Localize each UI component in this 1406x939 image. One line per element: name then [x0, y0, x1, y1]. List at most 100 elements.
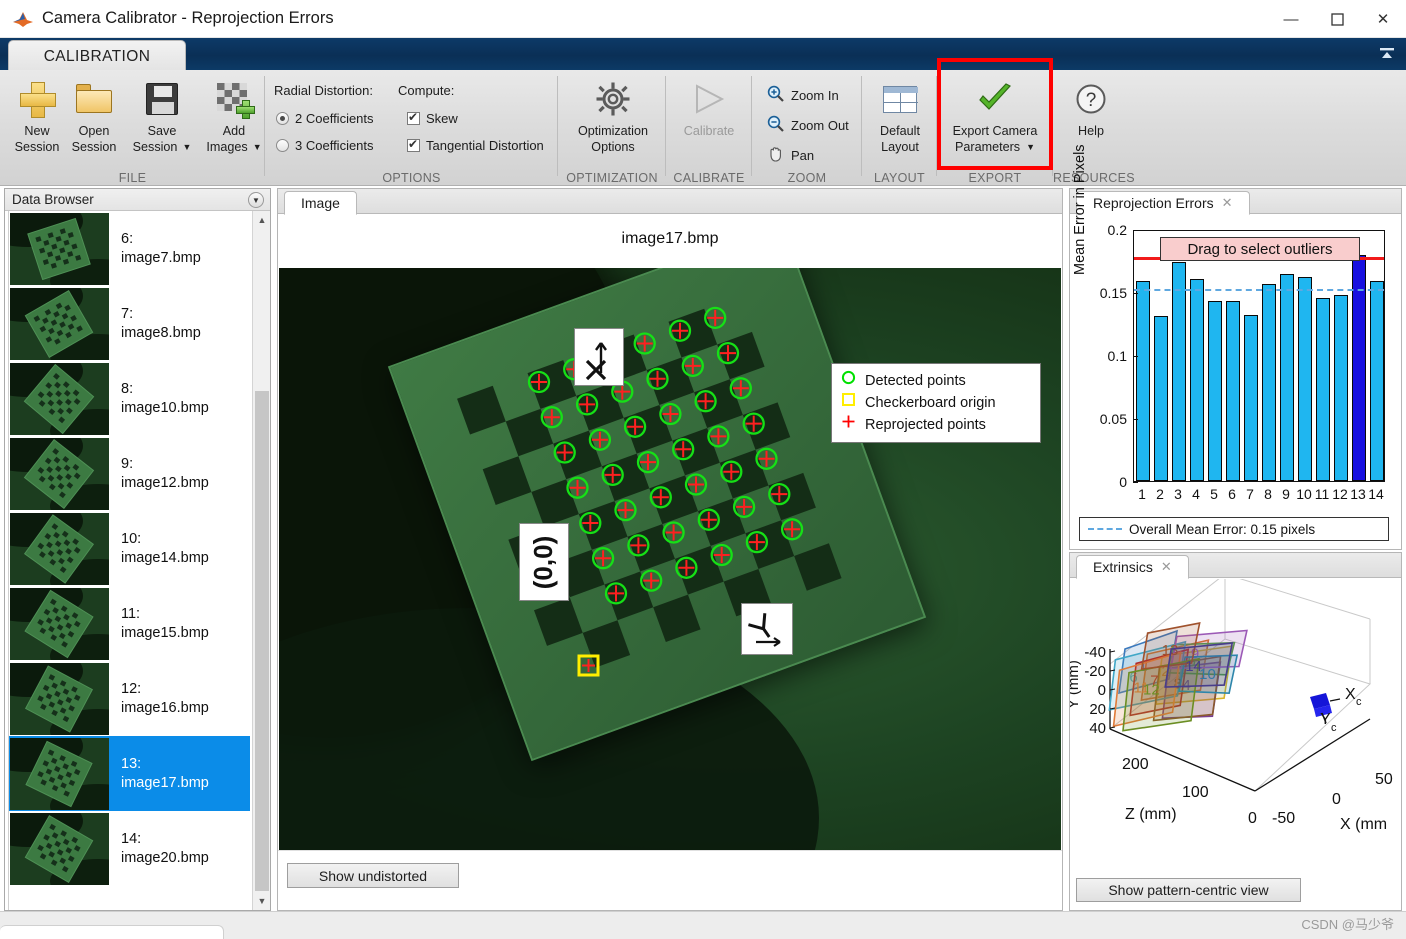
legend-row: Detected points	[840, 370, 1032, 392]
thumbnail	[10, 363, 109, 435]
mean-error-dash-icon	[1088, 528, 1122, 530]
maximize-button[interactable]	[1314, 0, 1360, 38]
chart-x-tick: 8	[1259, 486, 1277, 502]
zoom-in-button[interactable]: Zoom In	[764, 84, 842, 106]
close-icon[interactable]: ✕	[1161, 559, 1172, 575]
radio-3-coefficients[interactable]: 3 Coefficients	[276, 138, 374, 153]
radio-2-coefficients[interactable]: 2 Coefficients	[276, 111, 374, 126]
svg-text:Y (mm): Y (mm)	[1070, 660, 1082, 709]
chart-tick-mark	[1133, 419, 1138, 420]
open-session-button[interactable]: Open Session	[65, 76, 123, 168]
list-item[interactable]: 6:image7.bmp	[9, 211, 250, 286]
chart-bar[interactable]	[1316, 298, 1330, 481]
chart-x-tick: 10	[1295, 486, 1313, 502]
data-browser-scrollbar[interactable]: ▲ ▼	[252, 211, 270, 910]
list-item[interactable]: 7:image8.bmp	[9, 286, 250, 361]
chart-bar[interactable]	[1154, 316, 1168, 481]
drag-to-select-outliers-hint[interactable]: Drag to select outliers	[1160, 237, 1360, 261]
group-label-file: FILE	[0, 171, 265, 185]
window-controls: — ✕	[1268, 0, 1406, 38]
chart-plot-box[interactable]: Drag to select outliers	[1133, 230, 1385, 482]
list-item[interactable]: 9:image12.bmp	[9, 436, 250, 511]
scrollbar-thumb[interactable]	[255, 391, 269, 891]
show-undistorted-button[interactable]: Show undistorted	[287, 863, 459, 888]
extrinsics-tab-bar: Extrinsics ✕	[1070, 553, 1401, 578]
image-list[interactable]: 6:image7.bmp7:image8.bmp8:image10.bmp9:i…	[8, 211, 250, 910]
checkbox-skew[interactable]: Skew	[407, 111, 458, 126]
image-legend: Detected points Checkerboard origin Repr…	[831, 363, 1041, 443]
pan-button[interactable]: Pan	[764, 144, 817, 166]
chart-bar[interactable]	[1190, 279, 1204, 481]
list-item[interactable]: 14:image20.bmp	[9, 811, 250, 886]
show-pattern-centric-view-button[interactable]: Show pattern-centric view	[1076, 878, 1301, 902]
svg-text:12: 12	[1143, 682, 1160, 699]
add-images-button[interactable]: Add Images ▼	[196, 76, 272, 168]
scroll-up-arrow-icon[interactable]: ▲	[253, 211, 270, 229]
ribbon-group-options: Radial Distortion: Compute: 2 Coefficien…	[265, 70, 558, 186]
layout-grid-icon	[883, 76, 917, 122]
chart-bar[interactable]	[1280, 274, 1294, 481]
tab-image[interactable]: Image	[284, 191, 357, 215]
extrinsics-3d-plot[interactable]: 1234567891011121314XcYc-40-2002040Y (mm)…	[1070, 579, 1401, 869]
list-item-label: 13:image17.bmp	[109, 755, 209, 793]
tab-calibration[interactable]: CALIBRATION	[8, 40, 186, 72]
default-layout-button[interactable]: Default Layout	[870, 76, 930, 168]
chevron-down-icon[interactable]: ▼	[253, 140, 262, 154]
checkbox-tangential-distortion[interactable]: Tangential Distortion	[407, 138, 544, 153]
new-session-button[interactable]: New Session	[8, 76, 66, 168]
chart-x-tick: 6	[1223, 486, 1241, 502]
list-item[interactable]: 12:image16.bmp	[9, 661, 250, 736]
chart-bar[interactable]	[1208, 301, 1222, 481]
close-icon[interactable]: ✕	[1222, 195, 1233, 211]
list-item[interactable]: 10:image14.bmp	[9, 511, 250, 586]
collapse-ribbon-icon[interactable]	[1374, 42, 1400, 66]
list-item[interactable]: 13:image17.bmp	[9, 736, 250, 811]
add-images-icon	[217, 76, 251, 122]
origin-annotation: (0,0)	[519, 523, 569, 601]
svg-text:40: 40	[1089, 720, 1106, 737]
chart-bar[interactable]	[1226, 301, 1240, 481]
svg-text:50: 50	[1375, 771, 1393, 788]
calibration-image[interactable]: (0,0) Detected points	[279, 268, 1061, 851]
svg-text:-20: -20	[1084, 663, 1106, 680]
tab-reprojection-errors[interactable]: Reprojection Errors ✕	[1076, 191, 1250, 215]
chart-bar[interactable]	[1370, 281, 1384, 481]
group-label-optimization: OPTIMIZATION	[558, 171, 666, 185]
ribbon-group-export: Export Camera Parameters ▼ EXPORT	[937, 70, 1053, 186]
zoom-out-button[interactable]: Zoom Out	[764, 114, 852, 136]
chart-bar[interactable]	[1262, 284, 1276, 481]
group-label-layout: LAYOUT	[862, 171, 937, 185]
chart-bar[interactable]	[1298, 277, 1312, 481]
tab-extrinsics[interactable]: Extrinsics ✕	[1076, 555, 1189, 579]
scroll-down-arrow-icon[interactable]: ▼	[253, 892, 270, 910]
export-camera-parameters-button[interactable]: Export Camera Parameters ▼	[941, 76, 1049, 168]
minimize-button[interactable]: —	[1268, 0, 1314, 38]
calibrate-button[interactable]: Calibrate	[676, 76, 742, 168]
hand-pan-icon	[767, 145, 784, 165]
svg-text:0: 0	[1332, 791, 1341, 808]
optimization-options-button[interactable]: Optimization Options	[570, 76, 656, 168]
chart-bar[interactable]	[1244, 315, 1258, 481]
ribbon-group-optimization: Optimization Options OPTIMIZATION	[558, 70, 666, 186]
matlab-icon	[12, 9, 34, 29]
chevron-down-icon[interactable]: ▼	[182, 140, 191, 154]
thumbnail	[10, 663, 109, 735]
chevron-down-icon[interactable]: ▼	[1026, 140, 1035, 154]
data-browser-body: 6:image7.bmp7:image8.bmp8:image10.bmp9:i…	[5, 211, 270, 910]
thumbnail	[10, 588, 109, 660]
svg-text:-50: -50	[1272, 810, 1295, 827]
list-item[interactable]: 11:image15.bmp	[9, 586, 250, 661]
chevron-down-circle-icon[interactable]: ▼	[248, 192, 264, 208]
reprojection-errors-chart[interactable]: Mean Error in Pixels Drag to select outl…	[1070, 215, 1403, 549]
close-button[interactable]: ✕	[1360, 0, 1406, 38]
chart-x-tick: 1	[1133, 486, 1151, 502]
chart-bar[interactable]	[1334, 295, 1348, 481]
list-item[interactable]: 8:image10.bmp	[9, 361, 250, 436]
chart-bar[interactable]	[1136, 281, 1150, 481]
save-session-button[interactable]: Save Session ▼	[124, 76, 200, 168]
chart-tick-mark	[1133, 230, 1138, 231]
chart-y-tick: 0	[1072, 474, 1127, 490]
reprojection-errors-panel: Reprojection Errors ✕ Mean Error in Pixe…	[1069, 188, 1402, 550]
mean-error-line	[1134, 289, 1384, 291]
chart-bar[interactable]	[1172, 262, 1186, 481]
